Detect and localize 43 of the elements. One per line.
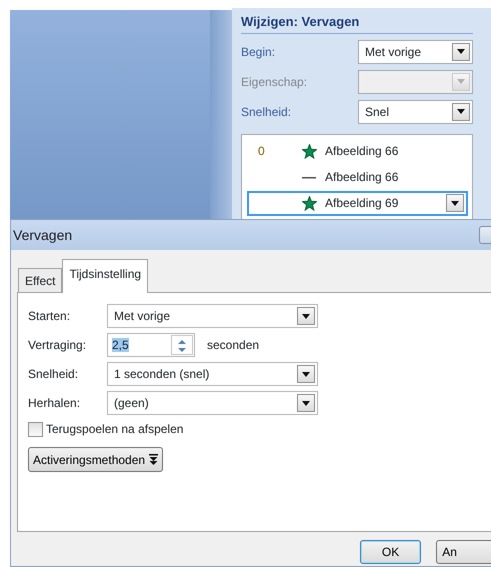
field-label: Snelheid: — [28, 366, 80, 383]
tab[interactable]: Tijdsinstelling — [62, 259, 148, 293]
double-chevron-icon — [149, 454, 158, 466]
dropdown-arrow-icon — [302, 400, 310, 406]
animation-item[interactable]: Afbeelding 66 — [247, 164, 468, 190]
field-label: Starten: — [28, 308, 72, 325]
dropdown-arrow-icon — [302, 372, 310, 376]
dropdown-arrow-icon — [302, 314, 310, 318]
dropdown-button[interactable] — [297, 365, 315, 383]
dropdown-button[interactable] — [446, 194, 464, 212]
field-label: Herhalen: — [28, 395, 82, 412]
dropdown-button[interactable] — [452, 42, 470, 60]
field-label: Begin: — [241, 44, 276, 60]
tab[interactable]: Effect — [18, 268, 62, 292]
dropdown-field[interactable]: (geen) — [107, 391, 318, 415]
dialog-button[interactable]: OK — [360, 540, 422, 564]
dropdown-arrow-icon — [457, 49, 465, 54]
star-icon — [302, 144, 316, 158]
expand-button[interactable]: Activeringsmethoden — [28, 447, 164, 472]
number-field[interactable]: 2,5 — [107, 333, 195, 357]
animation-item[interactable]: Afbeelding 69 — [247, 190, 468, 216]
star-icon — [302, 196, 316, 210]
field-label: Vertraging: — [28, 337, 88, 354]
field-label: Snelheid: — [241, 104, 292, 120]
dropdown-field[interactable]: Met vorige — [107, 304, 318, 328]
line-icon — [302, 176, 316, 178]
pane-title: Wijzigen: Vervagen — [241, 12, 473, 34]
animation-item[interactable]: 0 Afbeelding 66 — [247, 138, 468, 164]
dropdown-arrow-icon — [451, 200, 459, 206]
dropdown-field[interactable]: Met vorige — [358, 40, 473, 64]
checkbox-label: Terugspoelen na afspelen — [46, 421, 184, 438]
unit-label: seconden — [207, 337, 260, 354]
dropdown-arrow-icon — [457, 79, 465, 84]
dialog-button[interactable]: An — [436, 540, 491, 564]
window-title: Vervagen — [13, 226, 72, 245]
dropdown-button[interactable] — [452, 102, 470, 120]
field-label: Eigenschap: — [241, 74, 308, 90]
dropdown-field[interactable]: Snel — [358, 100, 473, 124]
dropdown-field[interactable]: 1 seconden (snel) — [107, 362, 318, 386]
dropdown-arrow-icon — [457, 109, 465, 114]
dropdown-button[interactable] — [297, 394, 315, 412]
dropdown-button[interactable] — [297, 307, 315, 325]
checkbox[interactable] — [28, 422, 43, 436]
